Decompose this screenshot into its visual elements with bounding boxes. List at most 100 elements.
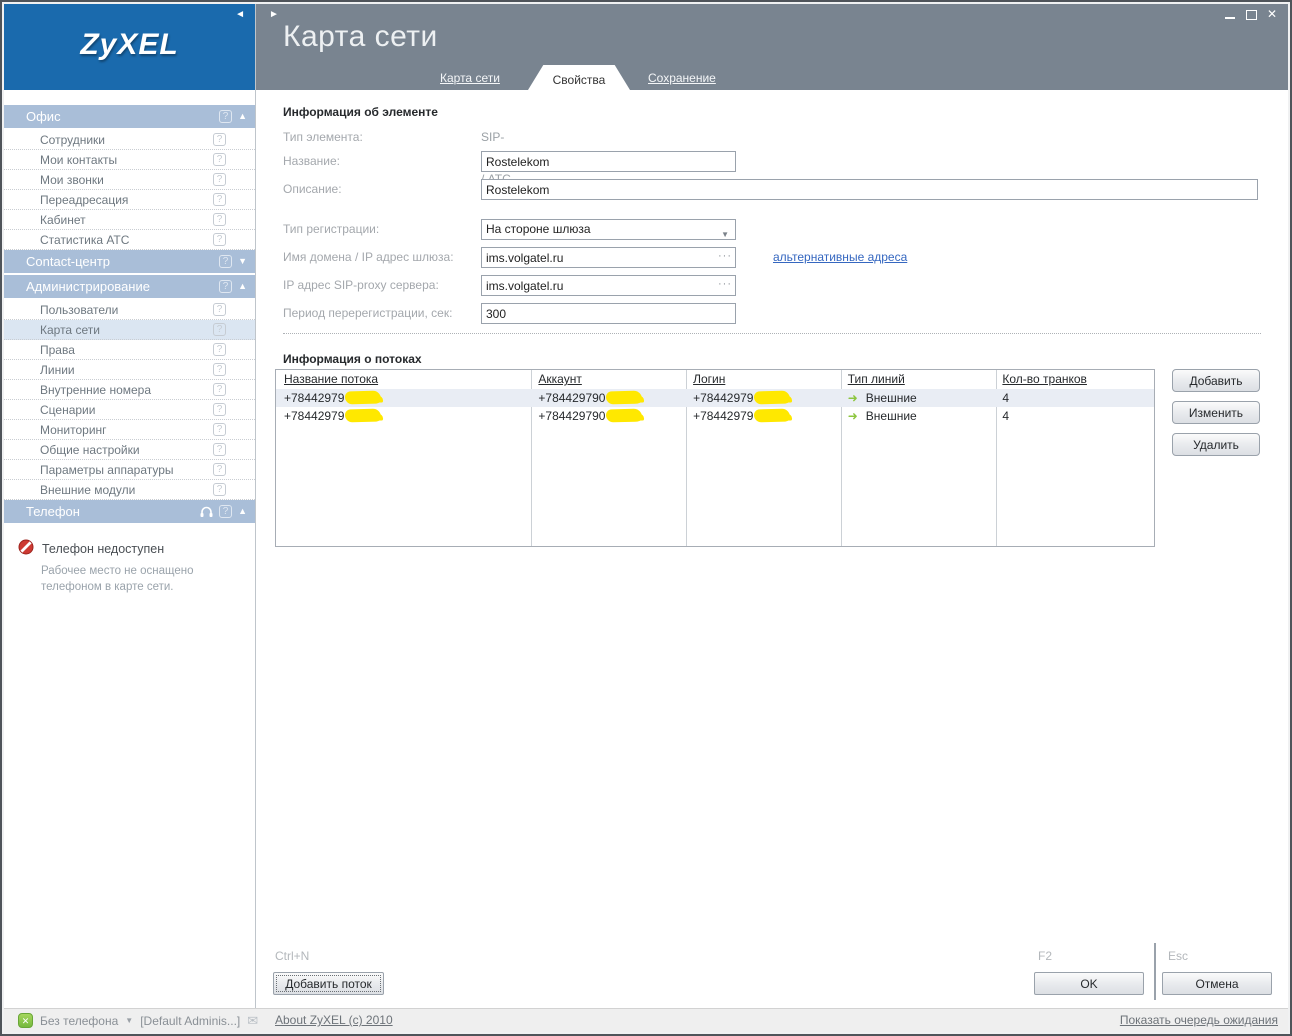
column-header[interactable]: Тип линий xyxy=(840,370,995,389)
help-icon[interactable]: ? xyxy=(219,505,232,518)
help-icon[interactable]: ? xyxy=(213,133,226,146)
help-icon[interactable]: ? xyxy=(213,153,226,166)
sidebar-item-employees[interactable]: Сотрудники? xyxy=(4,130,255,150)
help-icon[interactable]: ? xyxy=(213,173,226,186)
sidebar-section-phone[interactable]: Телефон?▲ xyxy=(4,500,255,523)
sidebar-item-general-settings[interactable]: Общие настройки? xyxy=(4,440,255,460)
sip-proxy-field[interactable] xyxy=(481,275,736,296)
help-icon[interactable]: ? xyxy=(213,383,226,396)
help-icon[interactable]: ? xyxy=(213,213,226,226)
alternative-addresses-link[interactable]: альтернативные адреса xyxy=(773,250,907,264)
sidebar-item-my-contacts[interactable]: Мои контакты? xyxy=(4,150,255,170)
column-header[interactable]: Кол-во транков xyxy=(994,370,1154,389)
description-field[interactable] xyxy=(481,179,1258,200)
gateway-domain-field[interactable] xyxy=(481,247,736,268)
sidebar-collapse-icon[interactable]: ◄ xyxy=(235,9,245,20)
about-link[interactable]: About ZyXEL (c) 2010 xyxy=(275,1013,393,1027)
sidebar-item-label: Статистика АТС xyxy=(40,233,129,247)
maximize-icon[interactable] xyxy=(1244,8,1258,21)
table-row[interactable]: +78442979+784429790+78442979➜Внешние4 xyxy=(276,389,1154,407)
phone-connection-icon[interactable]: ✕ xyxy=(18,1013,33,1028)
sidebar-item-users[interactable]: Пользователи? xyxy=(4,300,255,320)
collapse-icon[interactable]: ▲ xyxy=(238,500,247,523)
help-icon[interactable]: ? xyxy=(219,255,232,268)
sidebar-item-scenarios[interactable]: Сценарии? xyxy=(4,400,255,420)
sidebar: ZyXEL ◄ Офис?▲Сотрудники?Мои контакты?Мо… xyxy=(4,4,256,1008)
column-header[interactable]: Название потока xyxy=(276,370,530,389)
help-icon[interactable]: ? xyxy=(213,403,226,416)
sidebar-item-cabinet[interactable]: Кабинет? xyxy=(4,210,255,230)
help-icon[interactable]: ? xyxy=(213,463,226,476)
sidebar-item-hardware-params[interactable]: Параметры аппаратуры? xyxy=(4,460,255,480)
column-header-label: Аккаунт xyxy=(538,372,581,386)
help-icon[interactable]: ? xyxy=(213,443,226,456)
reregistration-period-field[interactable] xyxy=(481,303,736,324)
sidebar-item-rights[interactable]: Права? xyxy=(4,340,255,360)
sidebar-item-my-calls[interactable]: Мои звонки? xyxy=(4,170,255,190)
sidebar-item-forwarding[interactable]: Переадресация? xyxy=(4,190,255,210)
name-field[interactable] xyxy=(481,151,736,172)
expand-icon[interactable]: ▼ xyxy=(238,250,247,273)
help-icon[interactable]: ? xyxy=(213,423,226,436)
stream-cell: +784429790 xyxy=(530,389,685,407)
column-header-label: Логин xyxy=(693,372,725,386)
add-stream-button[interactable]: Добавить поток xyxy=(273,972,384,995)
help-icon[interactable]: ? xyxy=(213,233,226,246)
phone-selector-arrow-icon[interactable]: ▼ xyxy=(125,1016,133,1025)
ellipsis-button[interactable]: ··· xyxy=(718,278,732,290)
ellipsis-button[interactable]: ··· xyxy=(718,250,732,262)
stream-number: +784429790 xyxy=(538,409,605,423)
sidebar-section-contact-center[interactable]: Contact-центр?▼ xyxy=(4,250,255,273)
sidebar-item-pbx-statistics[interactable]: Статистика АТС? xyxy=(4,230,255,250)
table-row[interactable]: +78442979+784429790+78442979➜Внешние4 xyxy=(276,407,1154,425)
sidebar-section-label: Телефон xyxy=(26,504,80,519)
column-header[interactable]: Логин xyxy=(685,370,840,389)
help-icon[interactable]: ? xyxy=(219,110,232,123)
sidebar-item-external-modules[interactable]: Внешние модули? xyxy=(4,480,255,500)
field-label: Описание: xyxy=(283,179,479,200)
help-icon[interactable]: ? xyxy=(213,193,226,206)
stream-action-buttons: Добавить Изменить Удалить xyxy=(1172,369,1260,465)
app-window: ZyXEL ◄ Офис?▲Сотрудники?Мои контакты?Мо… xyxy=(0,0,1292,1036)
help-icon[interactable]: ? xyxy=(213,483,226,496)
tab-properties[interactable]: Свойства xyxy=(528,65,630,90)
cancel-shortcut: Esc xyxy=(1168,949,1188,963)
current-user-label: [Default Adminis...] xyxy=(140,1014,240,1028)
registration-type-select[interactable]: На стороне шлюза▼ xyxy=(481,219,736,240)
envelope-icon[interactable]: ✉ xyxy=(247,1013,258,1029)
help-icon[interactable]: ? xyxy=(219,280,232,293)
tab-network-map[interactable]: Карта сети xyxy=(440,71,500,85)
phone-selector-label[interactable]: Без телефона xyxy=(40,1014,118,1028)
queue-link[interactable]: Показать очередь ожидания xyxy=(1120,1013,1278,1027)
sidebar-section-administration[interactable]: Администрирование?▲ xyxy=(4,275,255,298)
help-icon[interactable]: ? xyxy=(213,323,226,336)
trunk-count: 4 xyxy=(1002,409,1009,423)
tab-saving[interactable]: Сохранение xyxy=(648,71,716,85)
help-icon[interactable]: ? xyxy=(213,343,226,356)
phone-status-description: Рабочее место не оснащено телефоном в ка… xyxy=(41,564,241,595)
add-stream-button[interactable]: Добавить xyxy=(1172,369,1260,392)
sidebar-item-lines[interactable]: Линии? xyxy=(4,360,255,380)
column-header[interactable]: Аккаунт xyxy=(530,370,685,389)
close-icon[interactable]: ✕ xyxy=(1265,8,1279,21)
minimize-icon[interactable] xyxy=(1223,8,1237,21)
table-header-row: Название потока Аккаунт Логин Тип линийКол-… xyxy=(276,370,1154,389)
help-icon[interactable]: ? xyxy=(213,363,226,376)
collapse-icon[interactable]: ▲ xyxy=(238,275,247,298)
field-label: Тип регистрации: xyxy=(283,219,479,240)
header-expand-icon[interactable]: ► xyxy=(269,9,279,20)
delete-stream-button[interactable]: Удалить xyxy=(1172,433,1260,456)
field-label: Период перерегистрации, сек: xyxy=(283,303,479,324)
help-icon[interactable]: ? xyxy=(213,303,226,316)
footer-divider xyxy=(1154,943,1156,1000)
sidebar-item-internal-numbers[interactable]: Внутренние номера? xyxy=(4,380,255,400)
ok-button[interactable]: OK xyxy=(1034,972,1144,995)
sidebar-item-monitoring[interactable]: Мониторинг? xyxy=(4,420,255,440)
collapse-icon[interactable]: ▲ xyxy=(238,105,247,128)
section-icons: ?▲ xyxy=(200,500,247,523)
field-label: Название: xyxy=(283,151,479,172)
sidebar-section-office[interactable]: Офис?▲ xyxy=(4,105,255,128)
edit-stream-button[interactable]: Изменить xyxy=(1172,401,1260,424)
sidebar-item-network-map[interactable]: Карта сети? xyxy=(4,320,255,340)
cancel-button[interactable]: Отмена xyxy=(1162,972,1272,995)
